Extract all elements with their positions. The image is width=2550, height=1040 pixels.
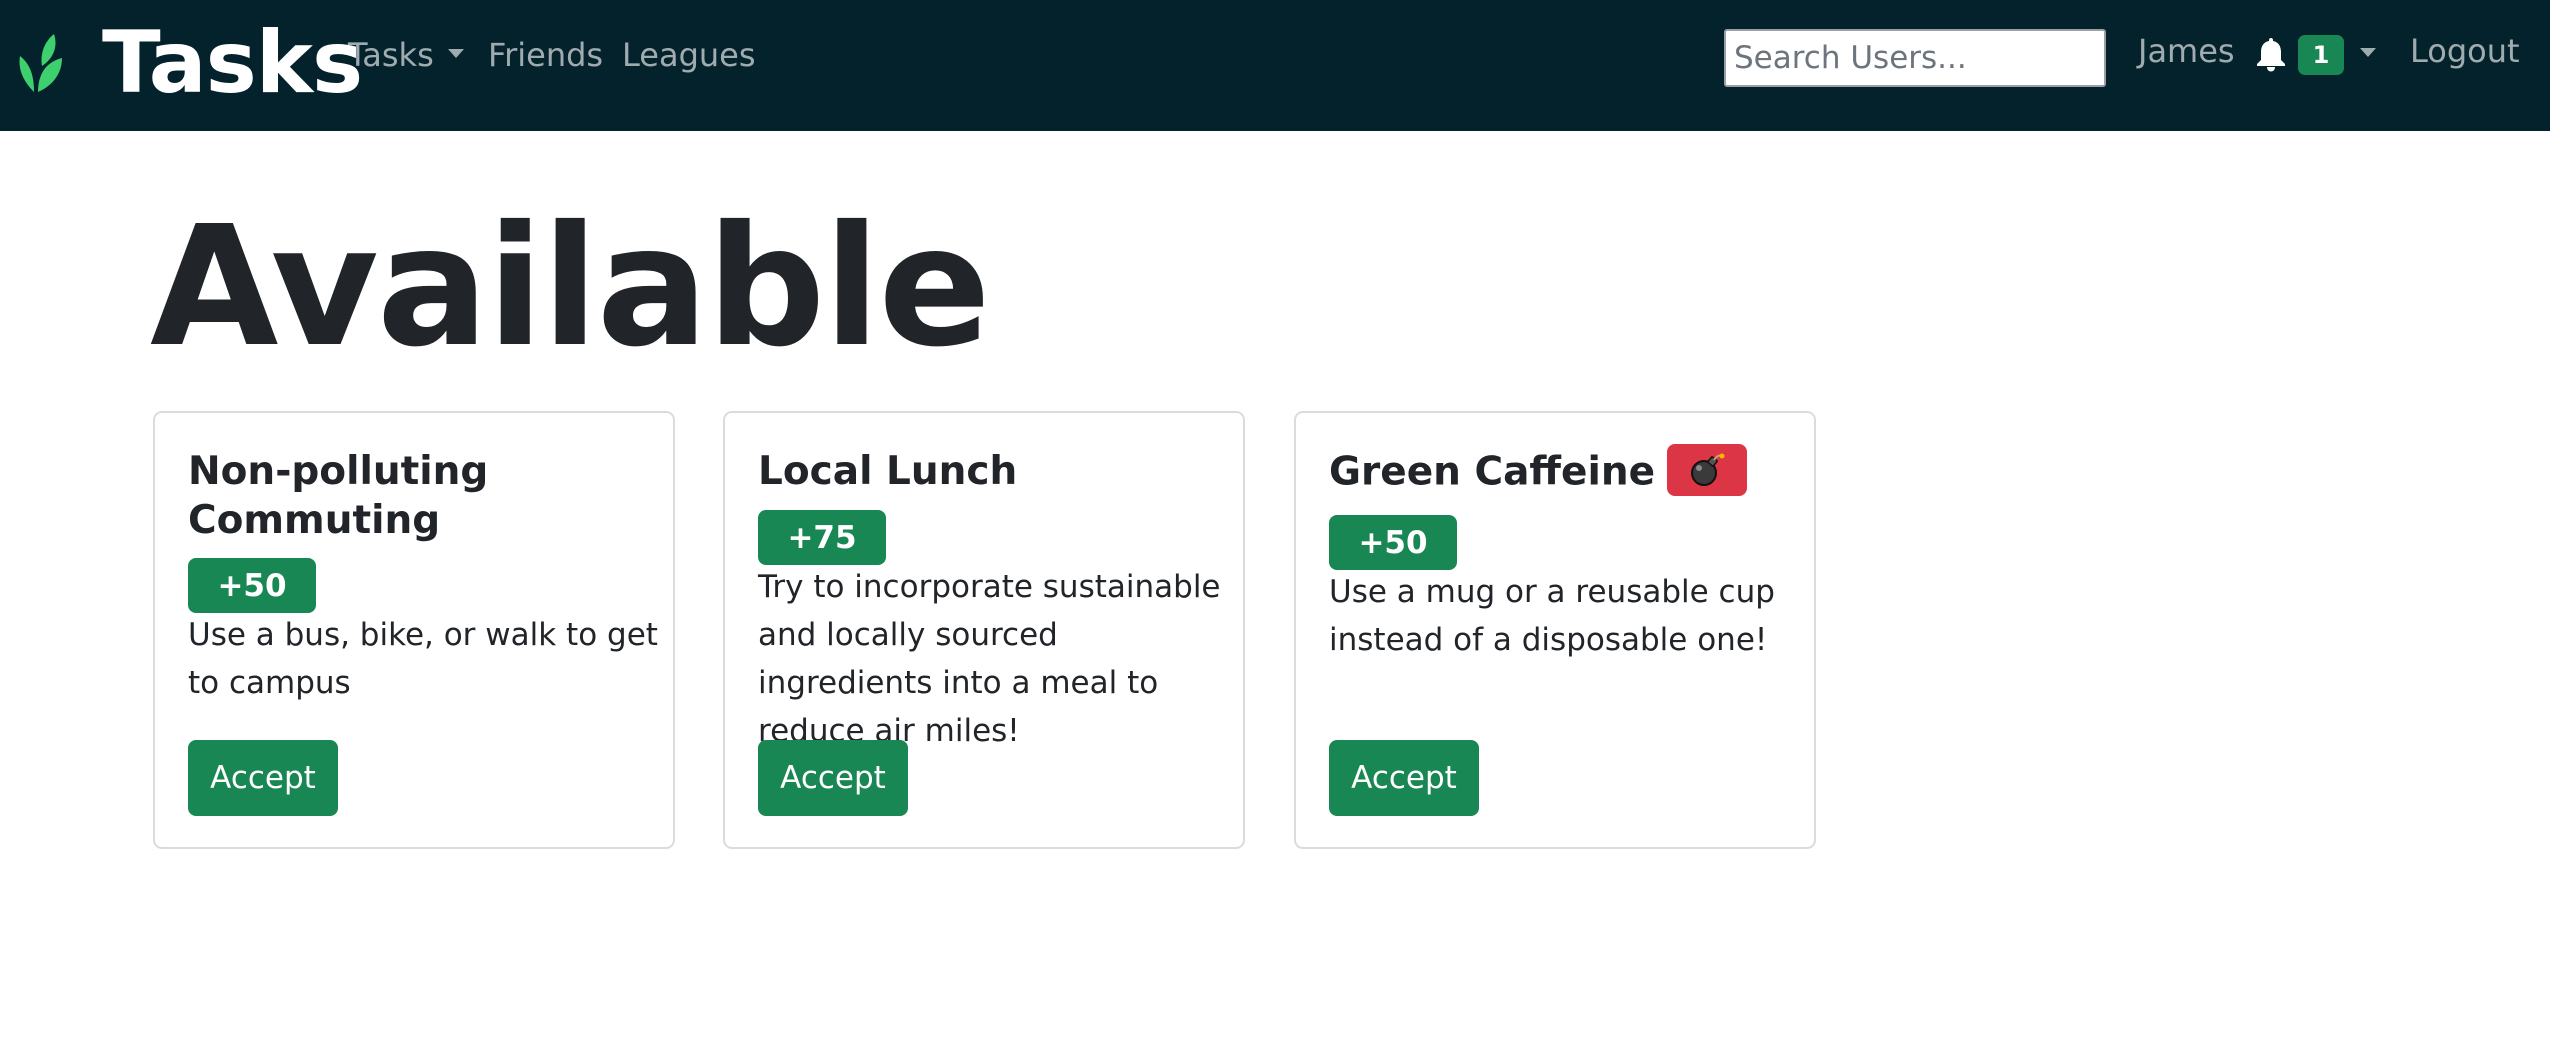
task-card-title: Local Lunch xyxy=(758,449,1018,494)
bomb-icon xyxy=(1691,453,1725,486)
nav-leagues-link[interactable]: Leagues xyxy=(622,36,756,74)
task-card: Green Caffeine +50 Use a mug or a reusab… xyxy=(1294,411,1816,849)
brand-title: Tasks xyxy=(102,13,363,113)
bomb-badge xyxy=(1667,444,1748,496)
notifications-chevron-down-icon[interactable] xyxy=(2360,48,2376,57)
nav-tasks-label: Tasks xyxy=(348,36,434,74)
points-badge: +50 xyxy=(1329,515,1457,570)
sprout-logo-icon xyxy=(19,34,62,92)
chevron-down-icon xyxy=(447,48,464,58)
task-card-description: Use a bus, bike, or walk to get to campu… xyxy=(188,617,658,702)
task-card-description: Use a mug or a reusable cup instead of a… xyxy=(1329,574,1775,659)
nav-tasks-dropdown[interactable]: Tasks xyxy=(348,36,464,74)
search-users-input[interactable] xyxy=(1724,29,2106,87)
brand-link[interactable]: Tasks xyxy=(12,13,363,113)
task-card-title: Green Caffeine xyxy=(1329,449,1656,495)
top-navbar: Tasks Tasks Friends Leagues James 1 Logo… xyxy=(0,0,2550,131)
page-title: Available xyxy=(150,191,991,384)
accept-button[interactable]: Accept xyxy=(758,740,908,816)
task-card-title: Non-polluting Commuting xyxy=(188,449,489,543)
user-profile-link[interactable]: James xyxy=(2138,32,2235,70)
accept-button[interactable]: Accept xyxy=(188,740,338,816)
nav-friends-link[interactable]: Friends xyxy=(488,36,603,74)
logout-link[interactable]: Logout xyxy=(2410,32,2520,70)
task-card: Local Lunch +75 Try to incorporate susta… xyxy=(723,411,1245,849)
task-card: Non-polluting Commuting +50 Use a bus, b… xyxy=(153,411,675,849)
points-badge: +50 xyxy=(188,558,316,613)
task-card-description: Try to incorporate sustainable and local… xyxy=(758,569,1221,750)
accept-button[interactable]: Accept xyxy=(1329,740,1479,816)
task-card-title-row: Green Caffeine xyxy=(1329,444,1789,500)
notification-count-badge[interactable]: 1 xyxy=(2298,35,2344,75)
bell-icon[interactable] xyxy=(2255,36,2287,72)
points-badge: +75 xyxy=(758,510,886,565)
